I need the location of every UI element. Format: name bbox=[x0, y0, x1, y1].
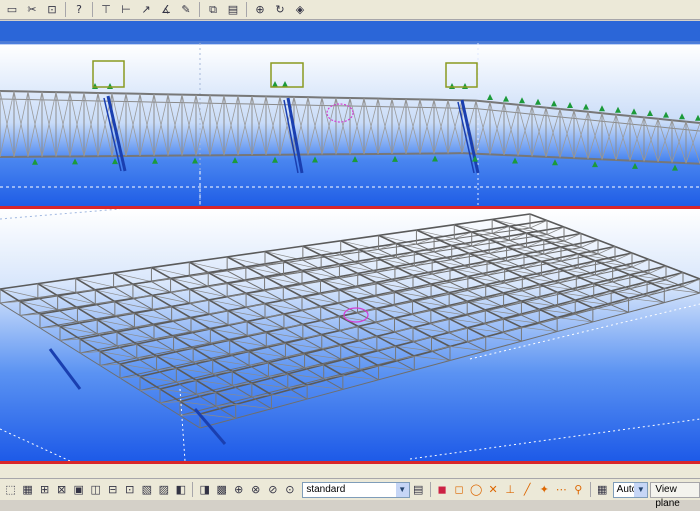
snap-1-icon[interactable]: ⊗ bbox=[249, 482, 262, 498]
create-view-icon[interactable]: ▭ bbox=[4, 2, 20, 18]
view-plane-button[interactable]: View plane bbox=[650, 482, 700, 498]
zoom-icon[interactable]: ⊕ bbox=[252, 2, 268, 18]
snap-intersect-icon[interactable]: ✕ bbox=[487, 482, 500, 498]
snap-center-icon[interactable]: ◯ bbox=[470, 482, 483, 498]
selection-filter-dropdown[interactable]: standard ▼ bbox=[302, 482, 409, 498]
toolbar-separator bbox=[65, 2, 66, 17]
perspective-canvas bbox=[0, 209, 700, 461]
bottom-chord bbox=[532, 156, 546, 157]
bottom-chord bbox=[588, 159, 602, 160]
select-icon[interactable]: ⊡ bbox=[44, 2, 60, 18]
top-chord bbox=[490, 102, 504, 103]
top-chord bbox=[518, 105, 532, 106]
bottom-chord bbox=[560, 158, 574, 159]
top-chord bbox=[630, 116, 644, 117]
snap-override-icon[interactable]: ⚲ bbox=[572, 482, 585, 498]
bottom-chord bbox=[602, 159, 616, 160]
select-view-icon[interactable]: ▨ bbox=[157, 482, 170, 498]
bottom-chord bbox=[490, 154, 504, 155]
toolbar-separator bbox=[199, 2, 200, 17]
top-chord bbox=[504, 103, 518, 104]
select-reference-icon[interactable]: ◨ bbox=[198, 482, 211, 498]
top-chord bbox=[476, 101, 490, 102]
snap-3-icon[interactable]: ⊙ bbox=[283, 482, 296, 498]
top-chord bbox=[588, 112, 602, 113]
snap-mid-icon[interactable]: ◻ bbox=[453, 482, 466, 498]
select-weld-icon[interactable]: ⊞ bbox=[38, 482, 51, 498]
properties-icon[interactable]: ▤ bbox=[225, 2, 241, 18]
top-chord bbox=[532, 106, 546, 107]
top-chord bbox=[672, 120, 686, 121]
model-view-3d[interactable] bbox=[0, 209, 700, 461]
snap-perp-icon[interactable]: ⊥ bbox=[504, 482, 517, 498]
select-object-icon[interactable]: ▩ bbox=[215, 482, 228, 498]
top-chord bbox=[644, 117, 658, 118]
selection-toolbar: ⬚ ▦ ⊞ ⊠ ▣ ◫ ⊟ ⊡ ▧ ▨ ◧ ◨ ▩ ⊕ ⊗ ⊘ ⊙ standa… bbox=[0, 478, 700, 500]
snap-line-icon[interactable]: ╱ bbox=[521, 482, 534, 498]
select-filter-icon[interactable]: ⊕ bbox=[232, 482, 245, 498]
bottom-chord bbox=[518, 156, 532, 157]
toolbar-separator bbox=[192, 482, 193, 497]
select-plane-icon[interactable]: ▧ bbox=[140, 482, 153, 498]
snap-4-icon[interactable]: ▤ bbox=[412, 482, 425, 498]
toolbar-separator bbox=[590, 482, 591, 497]
top-chord bbox=[658, 119, 672, 120]
select-component-icon[interactable]: ◫ bbox=[89, 482, 102, 498]
top-chord bbox=[616, 115, 630, 116]
snap-icon[interactable]: ↗ bbox=[138, 2, 154, 18]
select-grid-icon[interactable]: ⊟ bbox=[106, 482, 119, 498]
select-part-icon[interactable]: ▦ bbox=[21, 482, 34, 498]
select-all-icon[interactable]: ⬚ bbox=[4, 482, 17, 498]
bottom-chord bbox=[504, 155, 518, 156]
display-icon[interactable]: ◈ bbox=[292, 2, 308, 18]
model-view-elevation[interactable] bbox=[0, 21, 700, 206]
bottom-chord bbox=[658, 162, 672, 163]
top-chord bbox=[686, 122, 700, 123]
copy-icon[interactable]: ⧉ bbox=[205, 2, 221, 18]
bottom-chord bbox=[686, 163, 700, 164]
top-toolbar: ▭ ✂ ⊡ ? ⊤ ⊢ ↗ ∡ ✎ ⧉ ▤ ⊕ ↻ ◈ bbox=[0, 0, 700, 20]
workplane-icon[interactable]: ⊢ bbox=[118, 2, 134, 18]
toolbar-separator bbox=[430, 482, 431, 497]
top-chord bbox=[560, 109, 574, 110]
top-chord bbox=[574, 110, 588, 111]
snap-2-icon[interactable]: ⊘ bbox=[266, 482, 279, 498]
bottom-chord bbox=[476, 154, 490, 155]
bottom-chord bbox=[546, 157, 560, 158]
status-strip bbox=[0, 464, 700, 478]
grid-icon[interactable]: ⊤ bbox=[98, 2, 114, 18]
snap-5-icon[interactable]: ▦ bbox=[596, 482, 609, 498]
select-cut-icon[interactable]: ◧ bbox=[174, 482, 187, 498]
view-mode-dropdown[interactable]: Auto ▼ bbox=[613, 482, 649, 498]
snap-free-icon[interactable]: ✦ bbox=[538, 482, 551, 498]
cut-icon[interactable]: ✂ bbox=[24, 2, 40, 18]
bottom-chord bbox=[672, 163, 686, 164]
bottom-chord bbox=[574, 158, 588, 159]
top-chord bbox=[602, 113, 616, 114]
chevron-down-icon: ▼ bbox=[396, 483, 409, 497]
paint-icon[interactable]: ✎ bbox=[178, 2, 194, 18]
bottom-chord bbox=[630, 161, 644, 162]
selection-filter-value: standard bbox=[306, 484, 345, 495]
select-bolt-icon[interactable]: ⊠ bbox=[55, 482, 68, 498]
chevron-down-icon: ▼ bbox=[634, 483, 647, 497]
help-icon[interactable]: ? bbox=[71, 2, 87, 18]
bottom-chord bbox=[616, 160, 630, 161]
select-point-icon[interactable]: ⊡ bbox=[123, 482, 136, 498]
refresh-icon[interactable]: ↻ bbox=[272, 2, 288, 18]
snap-end-icon[interactable]: ◼ bbox=[436, 482, 449, 498]
top-chord bbox=[546, 108, 560, 109]
toolbar-separator bbox=[92, 2, 93, 17]
toolbar-separator bbox=[246, 2, 247, 17]
elevation-canvas bbox=[0, 21, 700, 206]
measure-icon[interactable]: ∡ bbox=[158, 2, 174, 18]
bottom-chord bbox=[644, 161, 658, 162]
select-assembly-icon[interactable]: ▣ bbox=[72, 482, 85, 498]
snap-extension-icon[interactable]: ⋯ bbox=[555, 482, 568, 498]
